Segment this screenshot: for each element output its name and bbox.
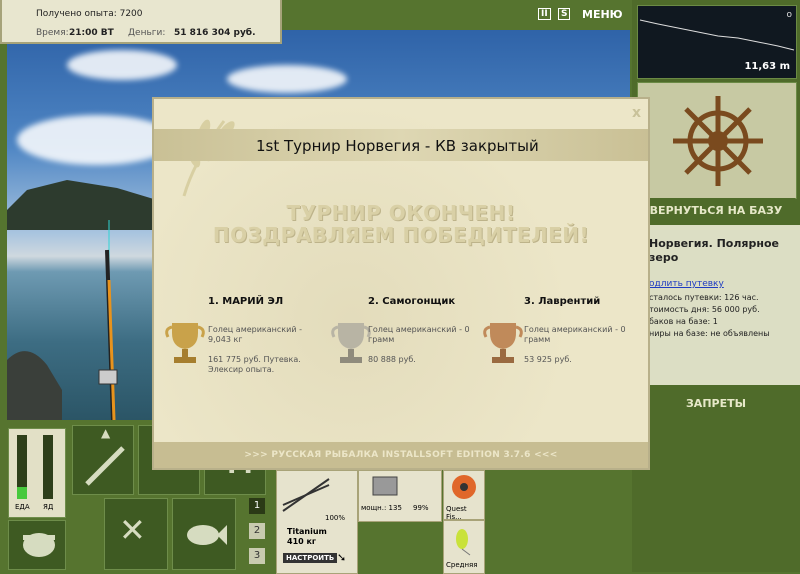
eat-slot[interactable]: ✕ xyxy=(104,498,168,570)
ship-wheel-icon xyxy=(673,96,763,186)
winner-3-fish: Голец американский - 0 грамм xyxy=(524,325,626,344)
line-spool-icon xyxy=(452,475,476,499)
slot-1-button[interactable]: 1 xyxy=(249,498,265,514)
time-value: 21:00 ВТ xyxy=(69,28,114,38)
winner-1-prize: 161 775 руб. Путевка. Элексир опыта. xyxy=(208,355,301,374)
rod-icon xyxy=(85,446,125,486)
rod-set-icon xyxy=(282,478,330,512)
lure-icon xyxy=(456,529,471,556)
location-name-2: зеро xyxy=(649,251,679,264)
winner-1-fish: Голец американский - 9,043 кг xyxy=(208,325,302,344)
food-bar-fill xyxy=(17,487,27,499)
winner-2-fish: Голец американский - 0 грамм xyxy=(368,325,470,344)
reel-condition: 99% xyxy=(413,504,429,512)
trip-remaining: сталось путевки: 126 час. xyxy=(649,293,759,302)
poison-label: ЯД xyxy=(43,503,54,511)
depth-value: 11,63 m xyxy=(744,61,790,72)
rod-name: Titanium xyxy=(287,527,327,536)
tournaments-info: ниры на базе: не объявлены xyxy=(649,329,770,338)
rod-weight: 410 кг xyxy=(287,537,317,546)
poison-bar xyxy=(43,435,53,499)
lure-panel[interactable]: Средняя xyxy=(443,520,485,574)
location-name: Норвегия. Полярное xyxy=(649,237,779,250)
dialog-title: 1st Турнир Норвегия - КВ закрытый xyxy=(256,137,539,155)
slot-2-button[interactable]: 2 xyxy=(249,523,265,539)
status-bars: ЕДА ЯД xyxy=(8,428,66,518)
reel-power: мощн.: 135 xyxy=(361,504,402,512)
money-value: 51 816 304 руб. xyxy=(174,28,256,38)
return-to-base-button[interactable]: ВЕРНУТЬСЯ НА БАЗУ xyxy=(637,198,795,224)
game-version-footer: >>> РУССКАЯ РЫБАЛКА INSTALLSOFT EDITION … xyxy=(154,442,648,468)
winner-3: 3. Лаврентий Голец американский - 0 грам… xyxy=(524,296,634,365)
congratulations-headline: ПОЗДРАВЛЯЕМ ПОБЕДИТЕЛЕЙ! xyxy=(212,223,590,247)
bans-button[interactable]: ЗАПРЕТЫ xyxy=(637,390,795,418)
arrow-up-icon: ▲ xyxy=(101,426,111,440)
ship-wheel-panel xyxy=(637,82,797,199)
rod-tool-slot[interactable]: ▲ xyxy=(72,425,134,495)
menu-button[interactable]: МЕНЮ xyxy=(582,8,623,21)
rod-condition: 100% xyxy=(325,514,346,522)
rod-equipment-panel[interactable]: 100% Titanium 410 кг НАСТРОИТЬ ➘ xyxy=(276,470,358,574)
fork-knife-icon: ✕ xyxy=(119,511,146,549)
player-stats-panel: Получено опыта: 7200 Время: 21:00 ВТ Ден… xyxy=(0,0,282,44)
food-bar xyxy=(17,435,27,499)
cauldron-slot[interactable] xyxy=(8,520,66,570)
slot-3-button[interactable]: 3 xyxy=(249,548,265,564)
winner-1: 1. МАРИЙ ЭЛ Голец американский - 9,043 к… xyxy=(208,296,318,375)
setup-button[interactable]: НАСТРОИТЬ xyxy=(283,553,338,563)
fish-icon xyxy=(187,525,227,545)
close-button[interactable]: x xyxy=(632,105,641,121)
silver-trophy-icon xyxy=(331,323,371,363)
line-name: Quest Fis... xyxy=(446,505,467,521)
time-label: Время: xyxy=(36,28,69,38)
depth-marker: o xyxy=(786,10,792,20)
winner-1-name: 1. МАРИЙ ЭЛ xyxy=(208,296,284,307)
bronze-trophy-icon xyxy=(483,323,523,363)
arrow-icon: ➘ xyxy=(337,551,347,564)
experience-label: Получено опыта: 7200 xyxy=(36,9,143,19)
reel-panel[interactable]: мощн.: 135 99% xyxy=(358,470,442,522)
line-panel[interactable]: Quest Fis... xyxy=(443,470,485,521)
winner-3-prize: 53 925 руб. xyxy=(524,355,572,364)
cloud xyxy=(227,65,347,93)
winner-2-prize: 80 888 руб. xyxy=(368,355,416,364)
shore-rocks xyxy=(7,351,62,420)
pause-button[interactable]: II xyxy=(538,8,551,20)
lure-name: Средняя xyxy=(446,561,478,569)
day-cost: тоимость дня: 56 000 руб. xyxy=(649,305,760,314)
gold-trophy-icon xyxy=(165,323,205,363)
cauldron-icon xyxy=(23,533,55,557)
money-label: Деньги: xyxy=(128,28,166,38)
tournament-over-headline: ТУРНИР ОКОНЧЕН! xyxy=(286,201,516,225)
winner-3-name: 3. Лаврентий xyxy=(524,296,601,307)
top-bar: II S МЕНЮ xyxy=(282,0,632,30)
winner-2: 2. Самогонщик Голец американский - 0 гра… xyxy=(368,296,478,365)
depth-graph: o 11,63 m xyxy=(637,5,797,79)
reel-icon xyxy=(372,476,398,496)
sound-button[interactable]: S xyxy=(558,8,571,20)
winner-2-name: 2. Самогонщик xyxy=(368,296,456,307)
fishing-rod xyxy=(98,220,118,420)
fish-slot[interactable] xyxy=(172,498,236,570)
extend-trip-link[interactable]: одлить путевку xyxy=(649,279,724,289)
food-label: ЕДА xyxy=(15,503,30,511)
cloud xyxy=(67,50,177,80)
tanks-count: баков на базе: 1 xyxy=(649,317,718,326)
tournament-results-dialog: 1st Турнир Норвегия - КВ закрытый x ТУРН… xyxy=(152,97,650,470)
location-info-panel: Норвегия. Полярное зеро одлить путевку с… xyxy=(637,225,800,385)
